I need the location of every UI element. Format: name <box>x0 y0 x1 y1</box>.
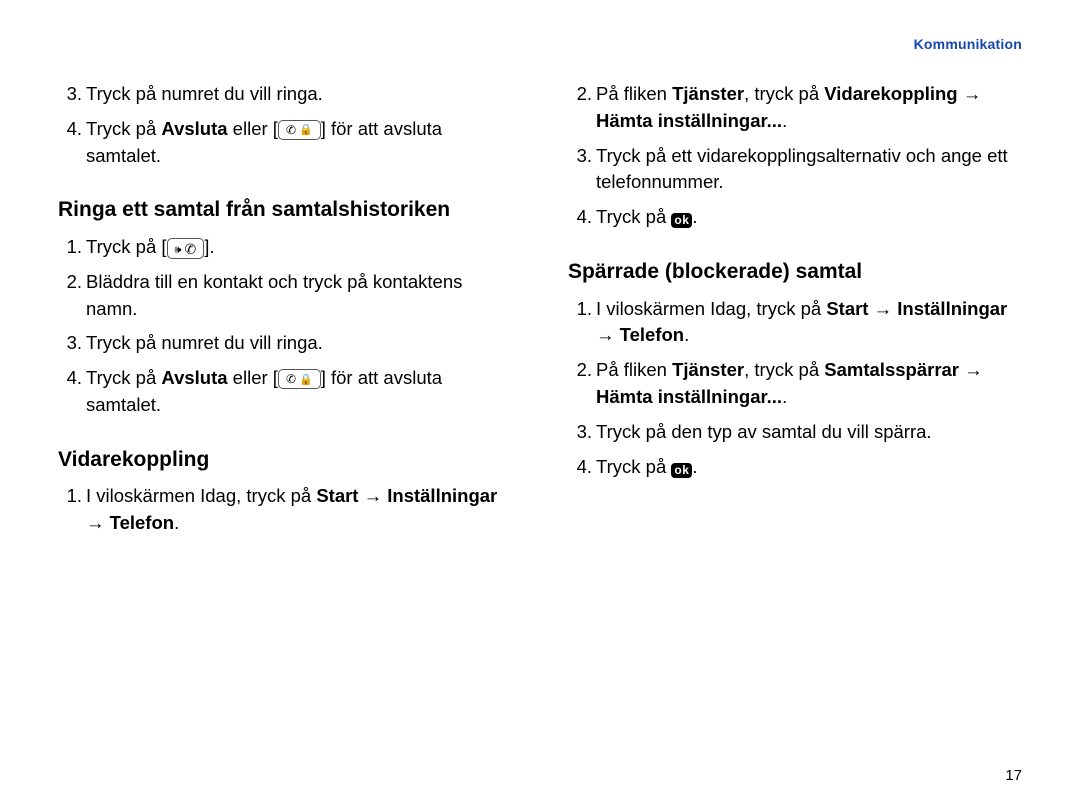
step-text: Tryck på ok. <box>596 454 1022 481</box>
list-item: 4. Tryck på ok. <box>568 204 1022 231</box>
heading-history: Ringa ett samtal från samtalshistoriken <box>58 195 512 225</box>
step-text: Tryck på ok. <box>596 204 1022 231</box>
ok-icon: ok <box>671 213 692 228</box>
list-item: 4. Tryck på Avsluta eller [✆🔒] för att a… <box>58 365 512 419</box>
list-item: 1. I viloskärmen Idag, tryck på Start → … <box>568 296 1022 350</box>
step-text: Tryck på Avsluta eller [✆🔒] för att avsl… <box>86 116 512 170</box>
step-text: Tryck på numret du vill ringa. <box>86 81 512 108</box>
left-column: 3. Tryck på numret du vill ringa. 4. Try… <box>58 81 512 547</box>
list-item: 3. Tryck på den typ av samtal du vill sp… <box>568 419 1022 446</box>
step-text: Tryck på Avsluta eller [✆🔒] för att avsl… <box>86 365 512 419</box>
step-number: 1. <box>58 234 86 261</box>
ok-icon: ok <box>671 463 692 478</box>
step-number: 3. <box>58 330 86 357</box>
step-text: Tryck på numret du vill ringa. <box>86 330 512 357</box>
manual-page: Kommunikation 3. Tryck på numret du vill… <box>0 0 1080 810</box>
step-number: 3. <box>568 143 596 170</box>
step-text: Tryck på [🕪✆]. <box>86 234 512 261</box>
step-number: 2. <box>58 269 86 296</box>
page-number: 17 <box>1005 767 1022 784</box>
step-number: 3. <box>568 419 596 446</box>
step-text: I viloskärmen Idag, tryck på Start → Ins… <box>596 296 1022 350</box>
list-item: 4. Tryck på Avsluta eller [✆🔒] för att a… <box>58 116 512 170</box>
step-number: 4. <box>568 454 596 481</box>
list-item: 1. Tryck på [🕪✆]. <box>58 234 512 261</box>
step-number: 4. <box>568 204 596 231</box>
step-number: 2. <box>568 81 596 108</box>
forward-steps-left: 1. I viloskärmen Idag, tryck på Start → … <box>58 483 512 537</box>
list-item: 3. Tryck på numret du vill ringa. <box>58 330 512 357</box>
list-item: 4. Tryck på ok. <box>568 454 1022 481</box>
intro-steps: 3. Tryck på numret du vill ringa. 4. Try… <box>58 81 512 169</box>
step-text: Tryck på den typ av samtal du vill spärr… <box>596 419 1022 446</box>
step-text: På fliken Tjänster, tryck på Vidarekoppl… <box>596 81 1022 135</box>
step-number: 4. <box>58 365 86 392</box>
two-column-layout: 3. Tryck på numret du vill ringa. 4. Try… <box>58 81 1022 547</box>
list-item: 2. På fliken Tjänster, tryck på Vidareko… <box>568 81 1022 135</box>
step-text: I viloskärmen Idag, tryck på Start → Ins… <box>86 483 512 537</box>
end-call-key-icon: ✆🔒 <box>278 120 321 140</box>
list-item: 1. I viloskärmen Idag, tryck på Start → … <box>58 483 512 537</box>
list-item: 3. Tryck på numret du vill ringa. <box>58 81 512 108</box>
end-call-key-icon: ✆🔒 <box>278 369 321 389</box>
step-text: På fliken Tjänster, tryck på Samtalsspär… <box>596 357 1022 411</box>
step-number: 1. <box>568 296 596 323</box>
section-header: Kommunikation <box>914 36 1022 52</box>
right-column: 2. På fliken Tjänster, tryck på Vidareko… <box>568 81 1022 547</box>
list-item: 2. På fliken Tjänster, tryck på Samtalss… <box>568 357 1022 411</box>
step-number: 4. <box>58 116 86 143</box>
block-steps: 1. I viloskärmen Idag, tryck på Start → … <box>568 296 1022 481</box>
heading-blocked: Spärrade (blockerade) samtal <box>568 257 1022 287</box>
heading-forwarding: Vidarekoppling <box>58 445 512 475</box>
step-text: Tryck på ett vidarekopplingsalternativ o… <box>596 143 1022 197</box>
forward-steps-right: 2. På fliken Tjänster, tryck på Vidareko… <box>568 81 1022 231</box>
list-item: 2. Bläddra till en kontakt och tryck på … <box>58 269 512 323</box>
list-item: 3. Tryck på ett vidarekopplingsalternati… <box>568 143 1022 197</box>
call-key-icon: 🕪✆ <box>167 238 205 259</box>
step-number: 3. <box>58 81 86 108</box>
history-steps: 1. Tryck på [🕪✆]. 2. Bläddra till en kon… <box>58 234 512 419</box>
step-number: 2. <box>568 357 596 384</box>
step-text: Bläddra till en kontakt och tryck på kon… <box>86 269 512 323</box>
step-number: 1. <box>58 483 86 510</box>
